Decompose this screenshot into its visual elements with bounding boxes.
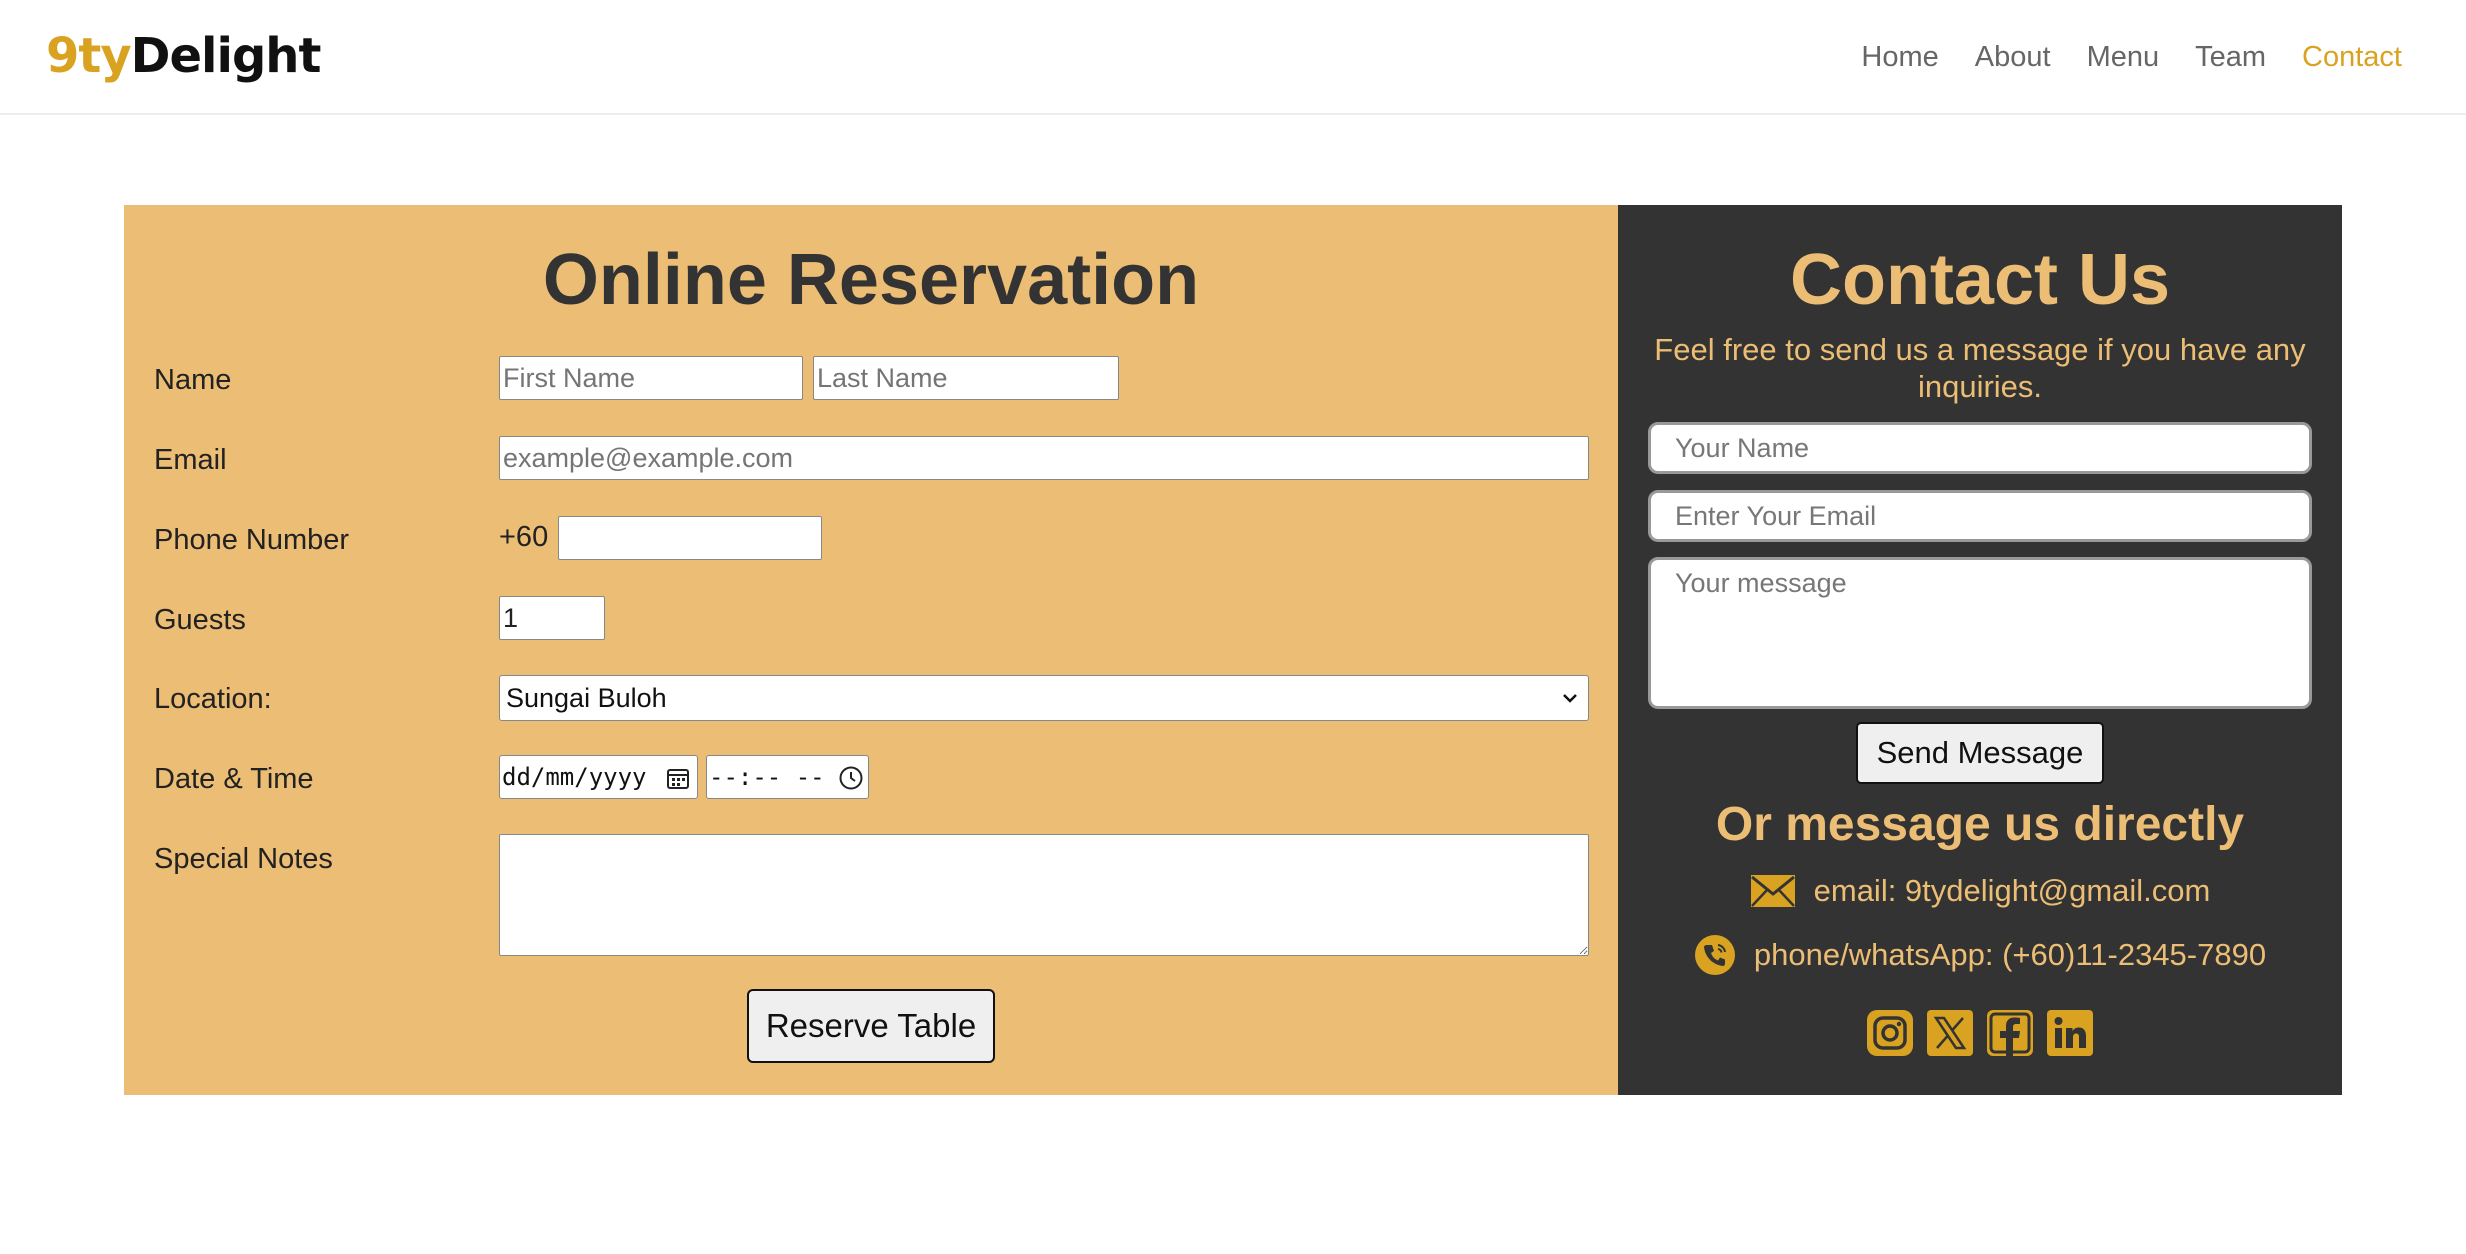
location-select[interactable]: Sungai Buloh: [499, 675, 1589, 721]
phone-input[interactable]: [558, 516, 822, 560]
direct-message-heading: Or message us directly: [1715, 798, 2245, 851]
logo-suffix: Delight: [130, 28, 322, 84]
calendar-icon[interactable]: [665, 765, 691, 791]
social-links: [1618, 1010, 2342, 1056]
facebook-icon[interactable]: [1987, 1010, 2033, 1056]
datetime-label: Date & Time: [154, 763, 314, 795]
nav-about[interactable]: About: [1975, 41, 2051, 74]
reservation-panel: Online Reservation Name Email Phone Numb…: [124, 205, 1618, 1095]
date-input[interactable]: dd/mm/yyyy: [499, 755, 698, 799]
send-message-button[interactable]: Send Message: [1856, 722, 2104, 784]
instagram-icon[interactable]: [1867, 1010, 1913, 1056]
email-label: Email: [154, 444, 227, 476]
site-logo[interactable]: 9tyDelight: [46, 26, 322, 86]
phone-label: Phone Number: [154, 524, 350, 556]
guests-input[interactable]: [499, 596, 605, 640]
location-label: Location:: [154, 683, 272, 715]
clock-icon[interactable]: [838, 765, 864, 791]
last-name-input[interactable]: [813, 356, 1119, 400]
logo-prefix: 9ty: [46, 28, 132, 84]
contact-phone-line: phone/whatsApp: (+60)11-2345-7890: [1618, 931, 2342, 979]
contact-email-input[interactable]: [1648, 490, 2312, 542]
contact-phone-text[interactable]: phone/whatsApp: (+60)11-2345-7890: [1754, 937, 2266, 973]
x-icon[interactable]: [1927, 1010, 1973, 1056]
reservation-title: Online Reservation: [542, 240, 1200, 320]
time-input[interactable]: --:-- --: [706, 755, 869, 799]
date-placeholder: dd/mm/yyyy: [502, 763, 647, 791]
nav-team[interactable]: Team: [2195, 41, 2266, 74]
main-nav: Home About Menu Team Contact: [1861, 0, 2402, 115]
site-header: 9tyDelight Home About Menu Team Contact: [0, 0, 2466, 115]
contact-title: Contact Us: [1789, 240, 2171, 320]
contact-email-text[interactable]: email: 9tydelight@gmail.com: [1814, 873, 2211, 909]
contact-name-input[interactable]: [1648, 422, 2312, 474]
contact-email-line: email: 9tydelight@gmail.com: [1618, 869, 2342, 913]
contact-message-textarea[interactable]: [1648, 557, 2312, 709]
time-placeholder: --:-- --: [709, 763, 825, 791]
special-notes-textarea[interactable]: [499, 834, 1589, 956]
contact-subtitle: Feel free to send us a message if you ha…: [1654, 332, 2306, 404]
name-label: Name: [154, 364, 232, 396]
nav-home[interactable]: Home: [1861, 41, 1938, 74]
phone-icon: [1694, 935, 1735, 975]
nav-contact[interactable]: Contact: [2302, 41, 2402, 74]
email-input[interactable]: [499, 436, 1589, 480]
phone-prefix: +60: [499, 521, 549, 553]
nav-menu[interactable]: Menu: [2087, 41, 2160, 74]
envelope-icon: [1750, 875, 1795, 907]
location-selected-value: Sungai Buloh: [506, 683, 667, 713]
contact-panel: Contact Us Feel free to send us a messag…: [1618, 205, 2342, 1095]
chevron-down-icon: [1563, 694, 1577, 703]
guests-label: Guests: [154, 604, 246, 636]
first-name-input[interactable]: [499, 356, 803, 400]
linkedin-icon[interactable]: [2047, 1010, 2093, 1056]
reserve-table-button[interactable]: Reserve Table: [747, 989, 995, 1063]
notes-label: Special Notes: [154, 843, 333, 875]
